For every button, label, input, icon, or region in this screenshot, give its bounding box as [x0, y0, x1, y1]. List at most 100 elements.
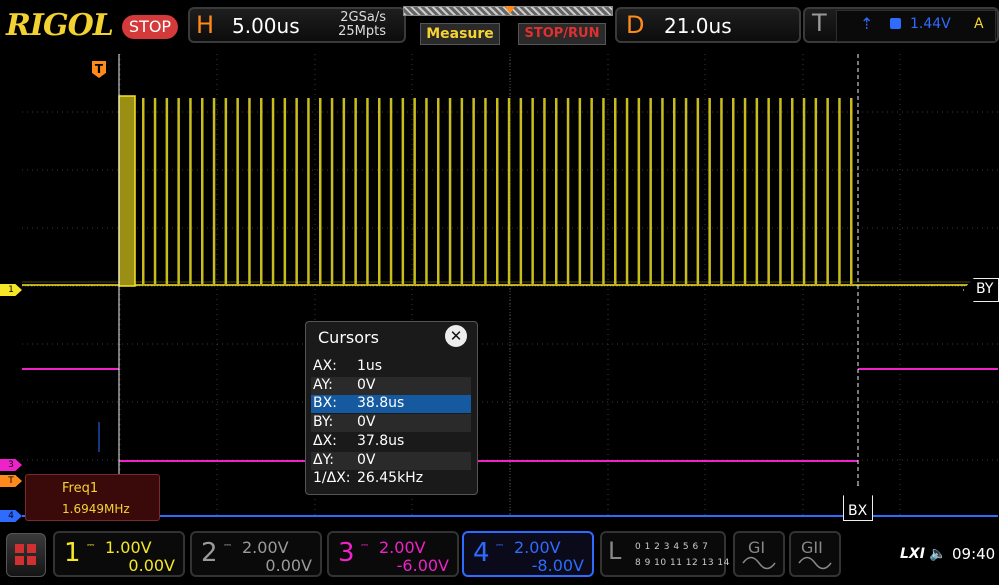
channel1-pulse — [295, 98, 298, 284]
channel1-pulse — [814, 98, 818, 284]
channel2-number: 2 — [201, 538, 218, 568]
sine-wave-icon — [798, 556, 832, 570]
channel1-pulse — [720, 98, 723, 284]
cursor-readout-row[interactable]: 1/ΔX: 26.45kHz — [311, 470, 471, 488]
channel3-offset: -6.00V — [396, 556, 449, 575]
cursor-readout-row[interactable]: AX: 1us — [311, 358, 471, 376]
logic-letter: L — [608, 537, 622, 565]
channel1-pulse — [590, 98, 593, 284]
channel1-offset: 0.00V — [128, 556, 175, 575]
speaker-icon[interactable]: 🔈 — [929, 546, 946, 562]
channel1-number: 1 — [64, 538, 81, 568]
channel1-pulse — [791, 98, 794, 284]
channel1-pulse — [177, 98, 180, 284]
channel1-pulse — [625, 98, 629, 284]
waveform-display[interactable] — [22, 54, 998, 518]
channel1-pulse — [673, 98, 676, 284]
channel1-pulse — [425, 98, 428, 284]
trigger-mode: A — [974, 16, 984, 32]
menu-grid-icon — [15, 544, 24, 553]
channel1-pulse — [543, 98, 546, 284]
cursor-readout-row[interactable]: AY: 0V — [311, 376, 471, 395]
cursor-readout-value: 0V — [357, 376, 376, 393]
trigger-letter: T — [812, 9, 827, 37]
dc-coupling-icon: ⎓ — [361, 541, 369, 551]
channel1-scale: 1.00V — [105, 538, 152, 557]
channel3-number: 3 — [338, 538, 355, 568]
run-status-badge[interactable]: STOP — [122, 15, 178, 39]
channel1-pulse — [743, 98, 747, 284]
channel1-pulse — [413, 98, 416, 284]
channel1-pulse — [507, 98, 511, 284]
cursor-readout-row[interactable]: BX: 38.8us — [311, 395, 471, 414]
channel1-pulse — [614, 98, 617, 284]
measure-button[interactable]: Measure — [420, 23, 500, 45]
channel1-pulse — [649, 98, 652, 284]
channel1-pulse — [189, 98, 192, 284]
dc-coupling-icon: ⎓ — [496, 541, 504, 551]
channel1-pulse — [319, 98, 322, 284]
stop-run-button[interactable]: STOP/RUN — [518, 23, 606, 45]
sample-rate: 2GSa/s 25Mpts — [330, 11, 386, 39]
channel1-pulse — [271, 98, 275, 284]
dc-coupling-icon: ⎓ — [87, 541, 95, 551]
channel1-pulse — [767, 98, 770, 284]
logic-channels-row1: 0 1 2 3 4 5 6 7 — [635, 542, 709, 552]
delay-value: 21.0us — [664, 14, 732, 38]
channel1-trace — [22, 95, 998, 287]
horizontal-letter: H — [196, 11, 215, 39]
timebase-value: 5.00us — [232, 14, 300, 38]
channel1-pulse — [437, 98, 440, 284]
cursor-readout-key: AY: — [313, 376, 333, 393]
channel1-pulse — [342, 98, 346, 284]
cursor-readout-key: BX: — [313, 395, 337, 412]
cursor-readout-value: 0V — [357, 414, 376, 431]
channel1-pulse — [401, 98, 405, 284]
generator1-label: GI — [748, 538, 766, 557]
channel1-pulse — [212, 98, 216, 284]
channel1-pulse — [661, 98, 664, 284]
channel1-pulse — [755, 98, 759, 284]
channel4-offset: -8.00V — [531, 556, 584, 575]
cursor-readout-key: BY: — [313, 414, 334, 431]
memory-depth-value: 25Mpts — [338, 24, 386, 39]
channel1-pulse — [260, 98, 263, 284]
cursor-readout-row[interactable]: ΔX: 37.8us — [311, 433, 471, 451]
channel1-offset-marker[interactable]: 1 — [0, 284, 22, 296]
channel4-scale: 2.00V — [514, 538, 561, 557]
channel1-pulse — [696, 98, 700, 284]
waveform-canvas — [22, 54, 998, 518]
cursor-readout-row[interactable]: BY: 0V — [311, 414, 471, 433]
dc-coupling-icon: ⎓ — [224, 541, 232, 551]
logic-channels-row2: 8 9 10 11 12 13 14 15 — [635, 558, 746, 568]
cursors-title: Cursors — [318, 328, 379, 347]
menu-button[interactable] — [6, 533, 46, 577]
close-icon[interactable]: ✕ — [445, 325, 467, 347]
channel1-pulse — [566, 98, 570, 284]
menu-grid-icon — [27, 556, 36, 565]
channel1-pulse — [224, 98, 228, 284]
rising-edge-icon: ⇡ — [860, 14, 874, 33]
channel2-offset: 0.00V — [265, 556, 312, 575]
trigger-level-marker[interactable]: T — [0, 475, 22, 487]
channel3-offset-marker[interactable]: 3 — [0, 459, 22, 471]
channel1-pulse — [389, 98, 393, 284]
channel1-pulse — [519, 98, 523, 284]
cursor-readout-row[interactable]: ΔY: 0V — [311, 451, 471, 470]
channel1-pulse — [602, 98, 605, 284]
cursor-readout-value: 0V — [357, 451, 376, 468]
cursor-readout-value: 1us — [357, 358, 383, 374]
sine-wave-icon — [742, 556, 776, 570]
channel1-pulse — [153, 98, 157, 284]
channel1-pulse — [732, 98, 735, 284]
trigger-source-icon — [890, 18, 901, 29]
channel1-pulse — [802, 98, 806, 284]
cursor-readout-key: ΔX: — [313, 432, 337, 449]
channel1-pulse — [838, 98, 841, 284]
channel1-pulse — [684, 98, 688, 284]
channel1-pulse — [472, 98, 475, 284]
channel4-offset-marker[interactable]: 4 — [0, 510, 22, 522]
channel1-pulse — [165, 98, 169, 284]
channel1-pulse — [637, 98, 641, 284]
channel1-pulse — [578, 98, 582, 284]
